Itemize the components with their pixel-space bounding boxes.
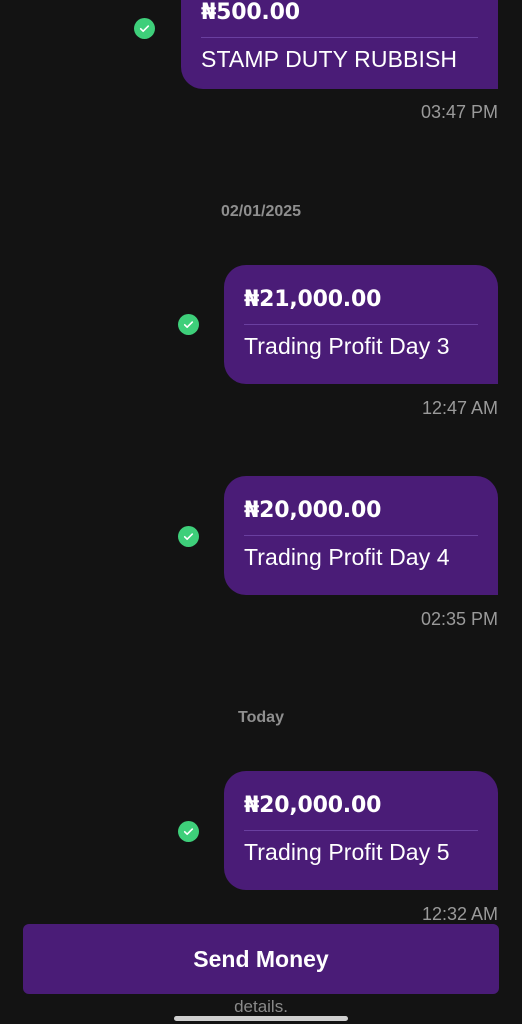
message-amount: ₦21,000.00	[244, 265, 478, 325]
message-amount: ₦20,000.00	[244, 476, 478, 536]
date-separator: 02/01/2025	[220, 203, 302, 220]
chat-screen: ₦500.00 STAMP DUTY RUBBISH 03:47 PM 02/0…	[0, 0, 522, 1024]
message-bubble[interactable]: ₦20,000.00 Trading Profit Day 4	[224, 476, 498, 595]
check-circle-icon	[178, 526, 199, 547]
message-time: 02:35 PM	[420, 609, 498, 629]
message-bubble[interactable]: ₦20,000.00 Trading Profit Day 5	[224, 771, 498, 890]
message-bubble[interactable]: ₦21,000.00 Trading Profit Day 3	[224, 265, 498, 384]
message-time: 12:32 AM	[421, 904, 498, 924]
message-note: Trading Profit Day 5	[244, 839, 450, 865]
message-bubble[interactable]: ₦500.00 STAMP DUTY RUBBISH	[181, 0, 498, 89]
date-separator: Today	[238, 709, 284, 726]
message-note: Trading Profit Day 4	[244, 544, 450, 570]
message-time: 12:47 AM	[421, 398, 498, 418]
check-circle-icon	[178, 821, 199, 842]
message-amount: ₦500.00	[201, 0, 478, 38]
message-note: Trading Profit Day 3	[244, 333, 450, 359]
footer-text: details.	[234, 997, 288, 1016]
home-indicator[interactable]	[174, 1016, 348, 1021]
message-note: STAMP DUTY RUBBISH	[201, 46, 458, 72]
check-circle-icon	[178, 314, 199, 335]
send-money-button[interactable]: Send Money	[23, 924, 499, 994]
check-circle-icon	[134, 18, 155, 39]
message-amount: ₦20,000.00	[244, 771, 478, 831]
message-time: 03:47 PM	[420, 102, 498, 122]
